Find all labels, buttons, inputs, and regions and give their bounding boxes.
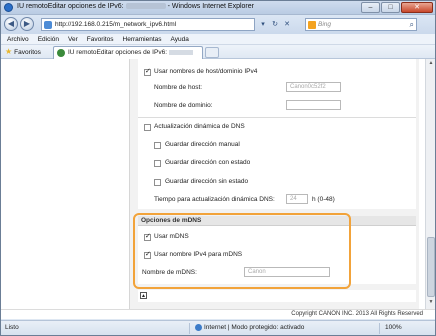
menu-archivo[interactable]: Archivo <box>7 34 29 44</box>
menu-herramientas[interactable]: Herramientas <box>123 34 162 44</box>
address-bar-buttons: ▾ ↻ ✕ <box>257 18 293 31</box>
window-title-suffix: - Windows Internet Explorer <box>167 3 254 10</box>
menu-favoritos[interactable]: Favoritos <box>87 34 114 44</box>
browser-tab[interactable]: IU remotoEditar opciones de IPv6: <box>53 46 203 59</box>
window-title-prefix: IU remotoEditar opciones de IPv6: <box>17 3 124 10</box>
maximize-button[interactable]: □ <box>381 2 400 13</box>
ttl-unit: h (0-48) <box>312 196 335 203</box>
mdns-highlight-frame <box>133 213 351 289</box>
use-ipv4-hostname-checkbox[interactable] <box>144 67 151 76</box>
stop-icon[interactable]: ✕ <box>281 18 293 31</box>
close-window-button[interactable]: ✕ <box>401 2 433 13</box>
tab-page-icon <box>57 49 65 57</box>
scroll-down-icon[interactable]: ▼ <box>427 299 435 307</box>
hostname-label: Nombre de host: <box>154 84 203 91</box>
hostname-field[interactable]: Canon0c52f2 <box>286 82 341 92</box>
ttl-field[interactable]: 24 <box>286 194 308 204</box>
status-bar: Listo Internet | Modo protegido: activad… <box>1 320 435 335</box>
scroll-up-icon[interactable]: ▲ <box>427 60 435 68</box>
security-zone-text: Internet | Modo protegido: activado <box>204 324 305 332</box>
favorites-bar: ★ Favoritos IU remotoEditar opciones de I… <box>1 45 435 59</box>
tab-title: IU remotoEditar opciones de IPv6: <box>68 49 193 56</box>
window-controls: – □ ✕ <box>360 2 433 13</box>
save-manual-checkbox[interactable] <box>154 142 161 149</box>
search-box[interactable]: Bing ⌕ <box>305 18 417 31</box>
dns-update-label: Actualización dinámica de DNS <box>154 123 245 130</box>
forward-button[interactable]: ▶ <box>20 17 34 31</box>
copyright-text: Copyright CANON INC. 2013 All Rights Res… <box>291 311 423 317</box>
page-top-icon[interactable]: ▲ <box>140 292 147 299</box>
divider <box>138 117 416 118</box>
dns-update-checkbox[interactable] <box>144 124 151 131</box>
title-bar: IU remotoEditar opciones de IPv6: - Windo… <box>1 1 435 15</box>
minimize-button[interactable]: – <box>361 2 380 13</box>
globe-icon <box>195 324 202 331</box>
star-icon: ★ <box>5 47 13 56</box>
ipv6-settings-panel: Usar nombres de host/dominio IPv4 Nombre… <box>138 59 416 209</box>
vertical-scrollbar[interactable]: ▲ ▼ <box>425 59 435 309</box>
address-bar[interactable]: http://192.168.0.215/m_network_ipv6.html <box>41 18 255 31</box>
bing-icon <box>308 21 316 29</box>
back-button[interactable]: ◀ <box>4 17 18 31</box>
menu-ayuda[interactable]: Ayuda <box>171 34 189 44</box>
address-dropdown-icon[interactable]: ▾ <box>257 18 269 31</box>
save-stateless-label: Guardar dirección sin estado <box>165 178 249 185</box>
browser-window: IU remotoEditar opciones de IPv6: - Windo… <box>0 0 436 336</box>
search-icon[interactable]: ⌕ <box>410 20 414 30</box>
menu-bar: Archivo Edición Ver Favoritos Herramient… <box>1 34 435 45</box>
page-footer: Copyright CANON INC. 2013 All Rights Res… <box>1 309 435 319</box>
status-text: Listo <box>5 324 19 331</box>
save-manual-label: Guardar dirección manual <box>165 141 240 148</box>
zoom-level[interactable]: 100% <box>385 324 402 331</box>
status-separator <box>379 323 380 334</box>
menu-ver[interactable]: Ver <box>68 34 78 44</box>
save-stateful-label: Guardar dirección con estado <box>165 159 251 166</box>
redacted-text <box>125 3 166 10</box>
domain-label: Nombre de dominio: <box>154 102 213 109</box>
save-stateless-checkbox[interactable] <box>154 179 161 186</box>
window-title: IU remotoEditar opciones de IPv6: - Windo… <box>17 3 254 10</box>
left-navigation-pane <box>1 59 127 309</box>
domain-field[interactable] <box>286 100 341 110</box>
search-placeholder: Bing <box>318 21 332 28</box>
security-zone[interactable]: Internet | Modo protegido: activado <box>195 324 304 331</box>
scrollbar-thumb[interactable] <box>427 237 435 297</box>
redacted-text <box>169 49 193 55</box>
url-text: http://192.168.0.215/m_network_ipv6.html <box>55 21 177 28</box>
status-separator <box>189 323 190 334</box>
ttl-label: Tiempo para actualización dinámica DNS: <box>154 196 275 203</box>
refresh-icon[interactable]: ↻ <box>269 18 281 31</box>
favorites-button[interactable]: ★ Favoritos <box>5 47 41 56</box>
favorites-label: Favoritos <box>14 49 41 56</box>
bottom-toolbar: ▲ <box>138 290 416 302</box>
ie-app-icon <box>4 3 13 12</box>
use-ipv4-hostname-label: Usar nombres de host/dominio IPv4 <box>154 68 258 75</box>
navigation-bar: ◀ ▶ http://192.168.0.215/m_network_ipv6.… <box>1 15 435 34</box>
save-stateful-checkbox[interactable] <box>154 160 161 167</box>
new-tab-button[interactable] <box>205 47 219 58</box>
menu-edicion[interactable]: Edición <box>38 34 59 44</box>
tab-title-text: IU remotoEditar opciones de IPv6: <box>68 49 167 56</box>
page-icon <box>44 21 52 29</box>
